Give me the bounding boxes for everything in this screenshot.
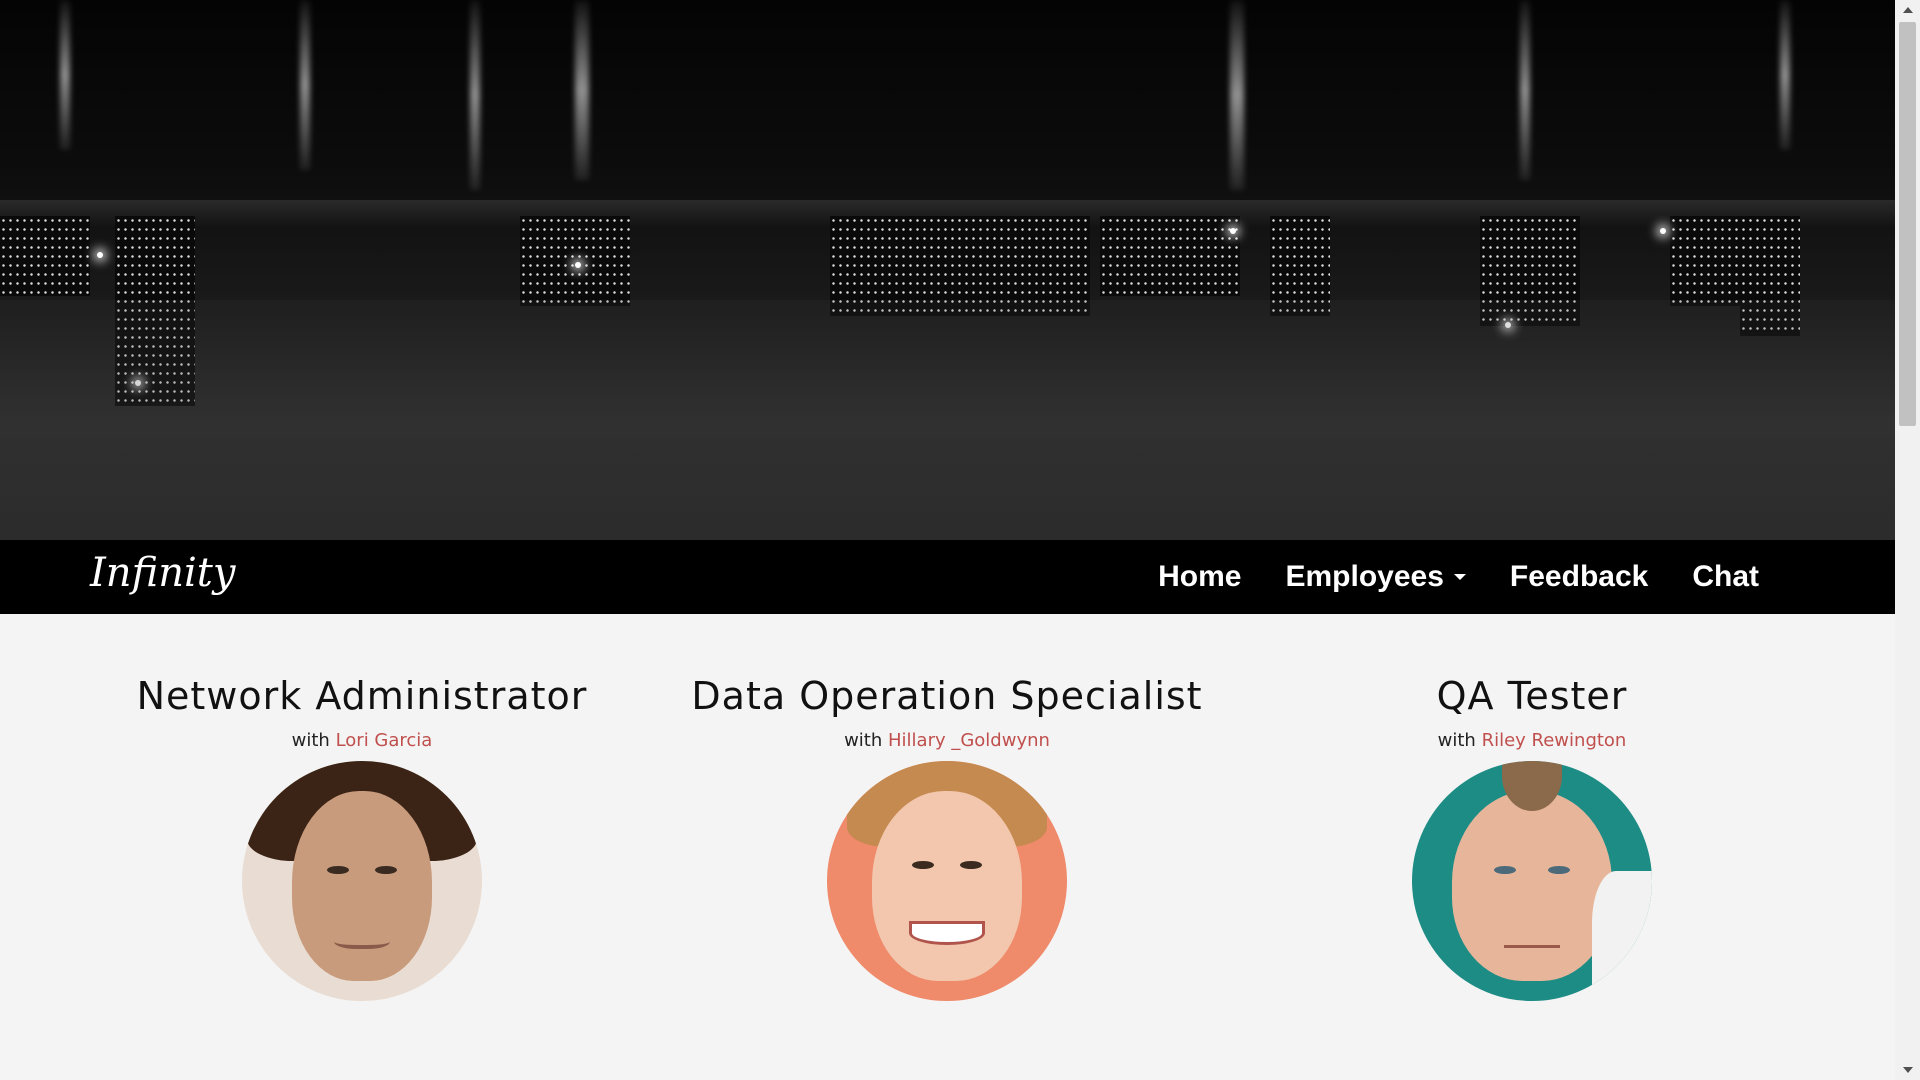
light-reflection: [1520, 0, 1530, 180]
avatar-eye: [912, 861, 934, 869]
building: [1100, 216, 1240, 296]
caret-down-icon: [1453, 574, 1466, 580]
avatar-eye: [327, 866, 349, 874]
brand-logo[interactable]: Infinity: [90, 550, 235, 596]
light-reflection: [1230, 0, 1244, 190]
card-title: QA Tester: [1436, 674, 1628, 718]
nav-item-label: Chat: [1692, 560, 1759, 593]
nav-item-label: Home: [1158, 560, 1242, 593]
avatar-shirt: [1592, 871, 1652, 1001]
avatar-mouth: [909, 921, 985, 945]
light-reflection: [575, 0, 589, 180]
building: [1670, 216, 1740, 306]
avatar-eye: [960, 861, 982, 869]
nav-item-label: Feedback: [1509, 560, 1649, 593]
scroll-down-arrow-icon[interactable]: [1895, 1060, 1920, 1080]
avatar[interactable]: [827, 761, 1067, 1001]
avatar-mouth: [334, 931, 390, 949]
light-reflection: [470, 0, 480, 190]
city-light: [575, 262, 581, 268]
nav-item-chat[interactable]: Chat: [1670, 560, 1781, 594]
nav-item-label: Employees: [1285, 560, 1444, 593]
navbar: Infinity Home Employees Feedback Chat: [0, 540, 1895, 614]
avatar-face: [292, 791, 432, 981]
card-subtitle: with Riley Rewington: [1240, 730, 1824, 751]
card-subtitle: with Hillary _Goldwynn: [655, 730, 1239, 751]
employee-card: QA Tester with Riley Rewington: [1240, 674, 1824, 1001]
building: [520, 216, 630, 306]
with-label: with: [844, 730, 883, 751]
avatar-eye: [1548, 866, 1570, 874]
with-label: with: [291, 730, 330, 751]
card-subtitle: with Lori Garcia: [70, 730, 654, 751]
person-link[interactable]: Lori Garcia: [336, 730, 433, 751]
avatar[interactable]: [1412, 761, 1652, 1001]
person-link[interactable]: Hillary _Goldwynn: [888, 730, 1050, 751]
nav-item-employees[interactable]: Employees: [1264, 560, 1488, 594]
avatar-face: [872, 791, 1022, 981]
city-light: [97, 252, 103, 258]
city-light: [1660, 228, 1666, 234]
light-reflection: [300, 0, 310, 170]
light-reflection: [60, 0, 70, 150]
water-haze: [0, 300, 1895, 540]
card-title: Data Operation Specialist: [691, 674, 1203, 718]
scroll-thumb[interactable]: [1899, 22, 1916, 426]
light-reflection: [1780, 0, 1790, 150]
page: Infinity Home Employees Feedback Chat Ne…: [0, 0, 1895, 1080]
nav-menu: Home Employees Feedback Chat: [1136, 540, 1781, 614]
avatar-face: [1452, 791, 1612, 981]
avatar[interactable]: [242, 761, 482, 1001]
avatar-mouth: [1504, 931, 1560, 948]
vertical-scrollbar[interactable]: [1895, 0, 1920, 1080]
nav-item-feedback[interactable]: Feedback: [1488, 560, 1670, 594]
employee-card: Network Administrator with Lori Garcia: [70, 674, 654, 1001]
scroll-up-arrow-icon[interactable]: [1895, 0, 1920, 20]
hero-banner-image: [0, 0, 1895, 540]
employee-card: Data Operation Specialist with Hillary _…: [655, 674, 1239, 1001]
employee-cards: Network Administrator with Lori Garcia D…: [0, 614, 1895, 1080]
avatar-eye: [1494, 866, 1516, 874]
nav-item-home[interactable]: Home: [1136, 560, 1263, 594]
avatar-eye: [375, 866, 397, 874]
with-label: with: [1437, 730, 1476, 751]
card-title: Network Administrator: [136, 674, 588, 718]
building: [0, 216, 90, 296]
person-link[interactable]: Riley Rewington: [1482, 730, 1627, 751]
city-light: [1230, 228, 1236, 234]
